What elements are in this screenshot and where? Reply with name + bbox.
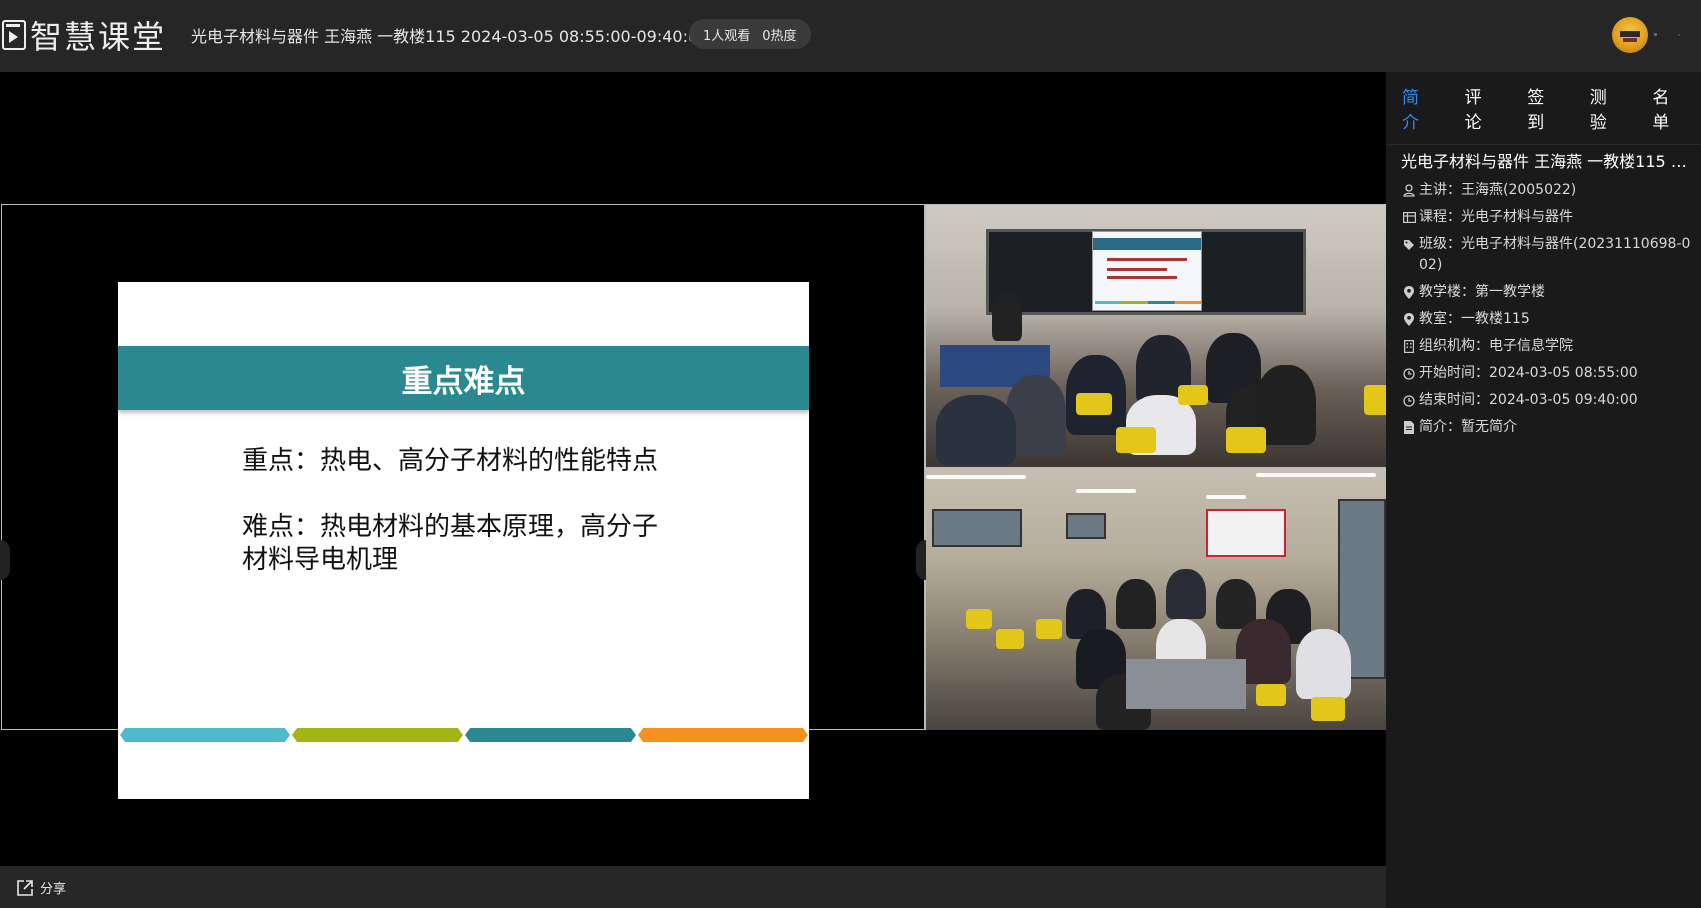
video-frame: 重点难点 重点：热电、高分子材料的性能特点 难点：热电材料的基本原理，高分子材料… (1, 204, 1387, 799)
live-title: 光电子材料与器件 王海燕 一教楼115 2024-03-05 08:55:00-… (191, 27, 709, 46)
logo[interactable]: 智慧课堂 (2, 18, 166, 56)
collapse-left-handle[interactable] (0, 540, 10, 580)
tab-comments[interactable]: 评论 (1465, 83, 1497, 133)
info-text: 主讲：王海燕(2005022) (1419, 182, 1577, 198)
side-panel: 简介 评论 签到 测验 名单 光电子材料与器件 王海燕 一教楼115 2024-… (1386, 72, 1701, 908)
location-icon (1401, 282, 1417, 303)
slide-deco-bar (292, 728, 463, 742)
tab-checkin[interactable]: 签到 (1527, 83, 1559, 133)
tab-quiz[interactable]: 测验 (1590, 83, 1622, 133)
info-text: 课程：光电子材料与器件 (1419, 209, 1573, 225)
stats-badge: 1人观看 0热度 (689, 19, 811, 49)
collapse-split-handle[interactable] (916, 540, 926, 580)
tab-intro[interactable]: 简介 (1402, 83, 1434, 133)
clock-icon (1401, 390, 1417, 411)
info-text: 简介：暂无简介 (1419, 419, 1517, 435)
user-icon (1401, 180, 1417, 201)
panel-tabs: 简介 评论 签到 测验 名单 (1386, 72, 1701, 144)
slide-deco-bar (120, 728, 290, 742)
course-info-list: 主讲：王海燕(2005022) 课程：光电子材料与器件 班级：光电子材料与器件(… (1401, 180, 1691, 444)
wall-banner (1206, 509, 1286, 557)
info-room: 教室：一教楼115 (1401, 309, 1691, 330)
play-screen-icon (2, 20, 26, 50)
heat-count: 0热度 (762, 28, 797, 44)
info-description: 简介：暂无简介 (1401, 417, 1691, 438)
slide-point-difficulty: 难点：热电材料的基本原理，高分子材料导电机理 (242, 512, 659, 575)
info-text: 教室：一教楼115 (1419, 311, 1530, 327)
info-org: 组织机构：电子信息学院 (1401, 336, 1691, 357)
tab-roster[interactable]: 名单 (1652, 83, 1684, 133)
document-icon (1401, 417, 1417, 438)
logo-text: 智慧课堂 (30, 18, 167, 56)
location-icon (1401, 309, 1417, 330)
slide-heading: 重点难点 (401, 363, 526, 400)
table-icon (1401, 207, 1417, 228)
info-text: 开始时间：2024-03-05 08:55:00 (1419, 365, 1638, 381)
slide-deco-bar (638, 728, 808, 742)
viewer-count: 1人观看 (703, 28, 751, 44)
tag-icon (1401, 234, 1417, 255)
building-icon (1401, 336, 1417, 357)
slide-deco-bar (465, 728, 636, 742)
info-text: 结束时间：2024-03-05 09:40:00 (1419, 392, 1638, 408)
slide-point-key: 重点：热电、高分子材料的性能特点 (242, 446, 659, 476)
info-text: 教学楼：第一教学楼 (1419, 284, 1545, 300)
top-header: 智慧课堂 光电子材料与器件 王海燕 一教楼115 2024-03-05 08:5… (0, 0, 1701, 72)
info-end-time: 结束时间：2024-03-05 09:40:00 (1401, 390, 1691, 411)
course-title: 光电子材料与器件 王海燕 一教楼115 2024-03-05 08:55:00-… (1401, 152, 1691, 171)
video-stage[interactable]: 重点难点 重点：热电、高分子材料的性能特点 难点：热电材料的基本原理，高分子材料… (0, 72, 1387, 866)
user-menu-dot (1678, 34, 1680, 36)
slide-heading-band: 重点难点 (118, 346, 809, 410)
share-icon (17, 879, 33, 896)
info-start-time: 开始时间：2024-03-05 08:55:00 (1401, 363, 1691, 384)
share-button[interactable]: 分享 (16, 878, 66, 897)
bottom-toolbar: 分享 (0, 866, 1386, 908)
info-text: 组织机构：电子信息学院 (1419, 338, 1573, 354)
avatar[interactable] (1612, 17, 1648, 53)
user-menu-icon[interactable] (1654, 33, 1657, 36)
presentation-slide: 重点难点 重点：热电、高分子材料的性能特点 难点：热电材料的基本原理，高分子材料… (118, 282, 809, 799)
tab-separator (1386, 144, 1701, 145)
projection-screen (1092, 231, 1202, 311)
classroom-camera-view[interactable] (926, 469, 1387, 730)
info-lecturer: 主讲：王海燕(2005022) (1401, 180, 1691, 201)
clock-icon (1401, 363, 1417, 384)
teacher-camera-view[interactable] (926, 205, 1387, 467)
classroom-podium (1126, 659, 1246, 709)
info-building: 教学楼：第一教学楼 (1401, 282, 1691, 303)
info-course: 课程：光电子材料与器件 (1401, 207, 1691, 228)
share-label: 分享 (40, 882, 67, 897)
info-class: 班级：光电子材料与器件(20231110698-002) (1401, 234, 1691, 276)
info-text: 班级：光电子材料与器件(20231110698-002) (1419, 236, 1691, 273)
